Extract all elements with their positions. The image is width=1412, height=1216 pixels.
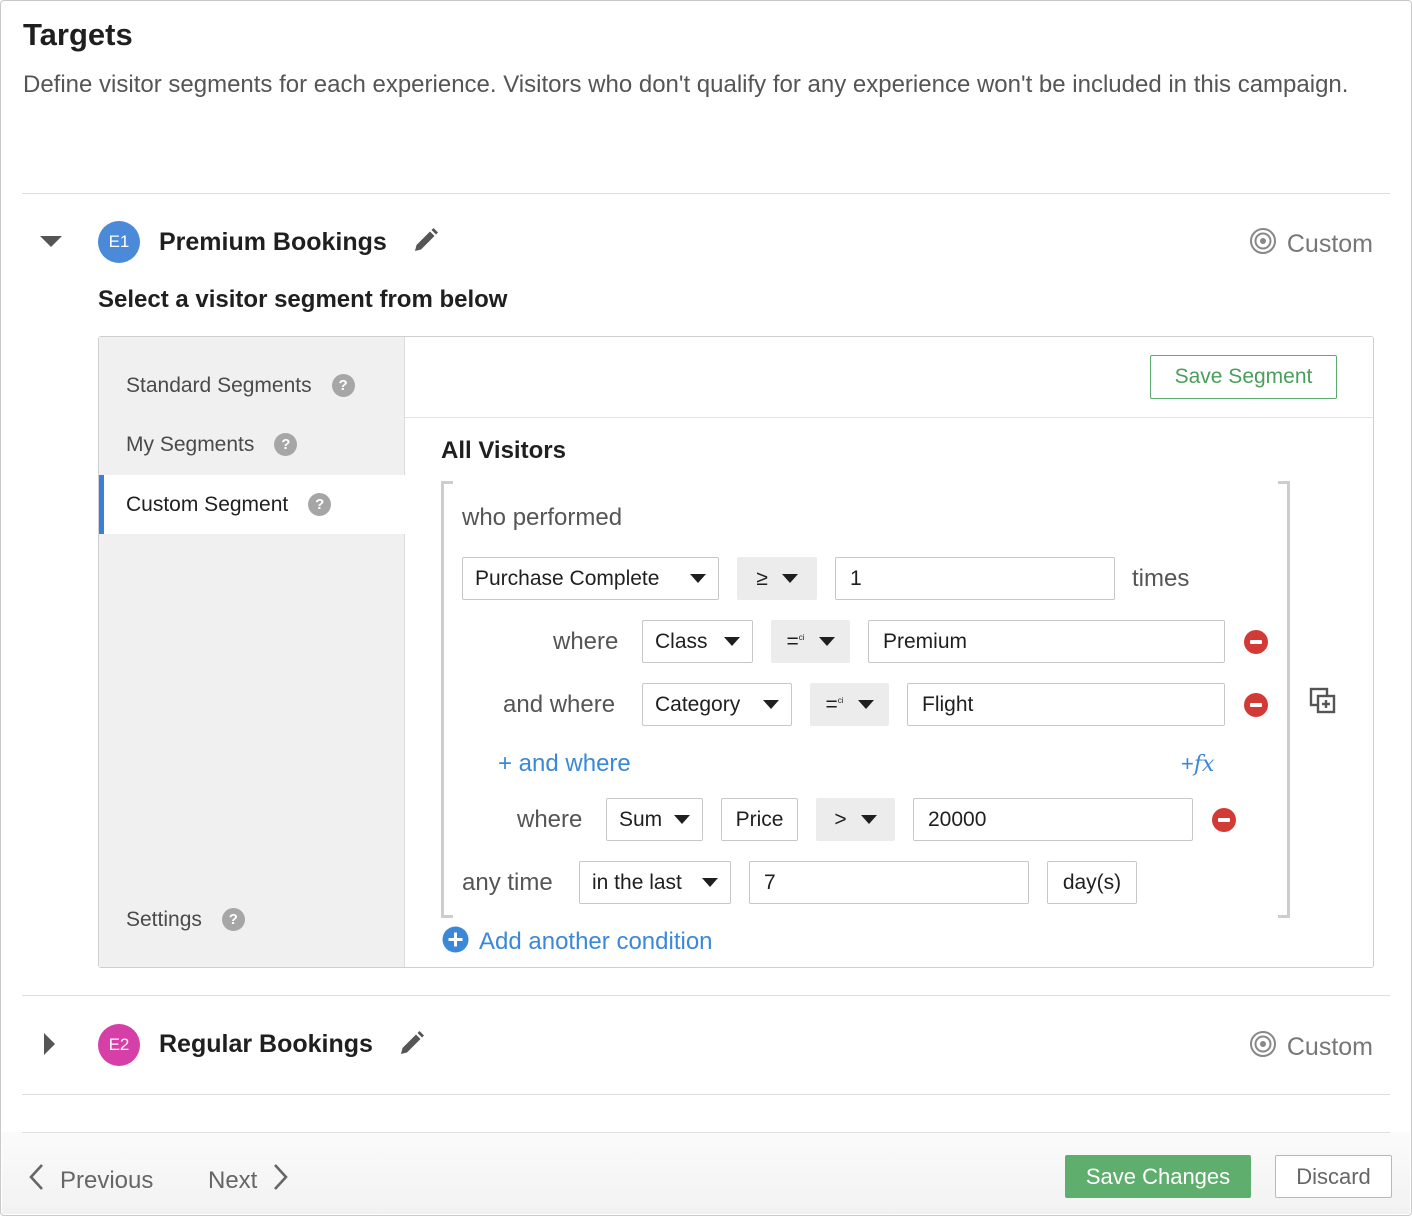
experience-badge: E2 (98, 1024, 140, 1066)
save-changes-button[interactable]: Save Changes (1065, 1155, 1251, 1198)
sidebar-item-label: Settings (126, 907, 202, 931)
dropdown-arrow-icon (690, 574, 706, 583)
segment-heading: Select a visitor segment from below (98, 286, 508, 313)
previous-label: Previous (60, 1166, 154, 1194)
condition-bracket-left (441, 481, 453, 918)
help-icon[interactable]: ? (274, 433, 298, 456)
aggregate-function-select[interactable]: Sum (606, 798, 703, 841)
aggregate-operator-value: > (834, 807, 847, 831)
time-value-input[interactable]: 7 (749, 861, 1029, 904)
condition-field-value: Class (655, 629, 708, 653)
page-title: Targets (23, 17, 133, 52)
dropdown-arrow-icon (781, 574, 798, 583)
aggregate-prefix: where (517, 806, 583, 833)
add-condition-button[interactable]: Add another condition (442, 926, 713, 958)
divider (22, 193, 1390, 194)
remove-condition-icon[interactable] (1244, 693, 1268, 717)
dropdown-arrow-icon (724, 637, 740, 646)
dropdown-arrow-icon (763, 700, 779, 709)
add-where-link[interactable]: + and where (498, 750, 631, 778)
count-value-input[interactable]: 1 (835, 557, 1115, 600)
chevron-right-icon (273, 1163, 289, 1198)
condition-field-select[interactable]: Class (642, 620, 753, 663)
count-operator-value: ≥ (756, 566, 768, 590)
condition-bracket-right (1278, 481, 1290, 918)
time-range-value: in the last (592, 870, 682, 894)
dropdown-arrow-icon (818, 637, 835, 646)
condition-operator-select[interactable]: =ci (810, 683, 889, 726)
footer-bar: Previous Next Save Changes Discard (2, 1132, 1410, 1214)
condition-value-input[interactable]: Flight (907, 683, 1225, 726)
targeting-type-label: Custom (1286, 1033, 1373, 1061)
divider (22, 1094, 1390, 1095)
targeting-type-tag: Custom (1249, 227, 1373, 262)
help-icon[interactable]: ? (221, 908, 245, 931)
aggregate-field[interactable]: Price (721, 798, 798, 841)
dropdown-arrow-icon (674, 815, 690, 824)
sidebar-item-label: Custom Segment (126, 492, 289, 516)
condition-value-input[interactable]: Premium (868, 620, 1225, 663)
sidebar-item-label: Standard Segments (126, 373, 312, 397)
next-button[interactable]: Next (208, 1163, 289, 1198)
divider (22, 1132, 1390, 1133)
previous-button[interactable]: Previous (28, 1163, 153, 1198)
sidebar-item-custom-segment[interactable]: Custom Segment ? (99, 475, 405, 534)
add-condition-label: Add another condition (479, 928, 713, 955)
add-formula-button[interactable]: +fx (1181, 751, 1214, 777)
remove-condition-icon[interactable] (1244, 630, 1268, 654)
condition-operator-value: =ci (825, 692, 844, 716)
next-label: Next (208, 1166, 258, 1194)
expand-caret-icon[interactable] (43, 1032, 57, 1061)
sidebar-item-settings[interactable]: Settings ? (99, 890, 405, 949)
who-performed-label: who performed (462, 504, 623, 531)
condition-field-select[interactable]: Category (642, 683, 792, 726)
collapse-caret-icon[interactable] (39, 235, 63, 254)
experience-badge: E1 (98, 221, 140, 263)
condition-prefix: where (553, 628, 619, 655)
time-prefix: any time (462, 869, 553, 896)
aggregate-operator-select[interactable]: > (816, 798, 895, 841)
targeting-type-label: Custom (1286, 230, 1373, 258)
edit-pencil-icon[interactable] (411, 227, 439, 260)
fx-icon: fx (1193, 752, 1215, 777)
page-description: Define visitor segments for each experie… (23, 71, 1349, 98)
targeting-type-tag: Custom (1249, 1030, 1373, 1065)
help-icon[interactable]: ? (331, 374, 355, 397)
duplicate-icon[interactable] (1309, 687, 1337, 720)
sidebar-item-my-segments[interactable]: My Segments ? (99, 415, 405, 474)
event-select-value: Purchase Complete (475, 566, 660, 590)
condition-operator-select[interactable]: =ci (771, 620, 850, 663)
experience-name: Regular Bookings (159, 1030, 373, 1058)
dropdown-arrow-icon (860, 815, 877, 824)
condition-operator-value: =ci (786, 629, 805, 653)
dropdown-arrow-icon (857, 700, 874, 709)
plus-circle-icon (442, 926, 469, 958)
targets-panel: Targets Define visitor segments for each… (0, 0, 1412, 1216)
event-select[interactable]: Purchase Complete (462, 557, 719, 600)
divider (22, 995, 1390, 996)
sidebar-item-label: My Segments (126, 432, 255, 456)
sidebar-item-standard-segments[interactable]: Standard Segments ? (99, 356, 405, 415)
save-segment-button[interactable]: Save Segment (1150, 355, 1337, 399)
segment-sidebar: Standard Segments ? My Segments ? Custom… (99, 337, 405, 967)
aggregate-value-input[interactable]: 20000 (913, 798, 1193, 841)
chevron-left-icon (28, 1163, 44, 1198)
time-unit-select[interactable]: day(s) (1047, 861, 1137, 904)
time-range-select[interactable]: in the last (579, 861, 731, 904)
times-label: times (1132, 565, 1190, 592)
help-icon[interactable]: ? (308, 493, 332, 516)
remove-condition-icon[interactable] (1212, 808, 1236, 832)
aggregate-function-value: Sum (619, 807, 663, 831)
experience-name: Premium Bookings (159, 228, 387, 256)
audience-title: All Visitors (441, 437, 566, 464)
condition-field-value: Category (655, 692, 741, 716)
count-operator-select[interactable]: ≥ (737, 557, 817, 600)
condition-prefix: and where (503, 691, 616, 718)
target-icon (1249, 1030, 1277, 1065)
edit-pencil-icon[interactable] (397, 1030, 425, 1063)
discard-button[interactable]: Discard (1275, 1155, 1392, 1198)
divider (405, 417, 1373, 418)
dropdown-arrow-icon (702, 878, 718, 887)
target-icon (1249, 227, 1277, 262)
